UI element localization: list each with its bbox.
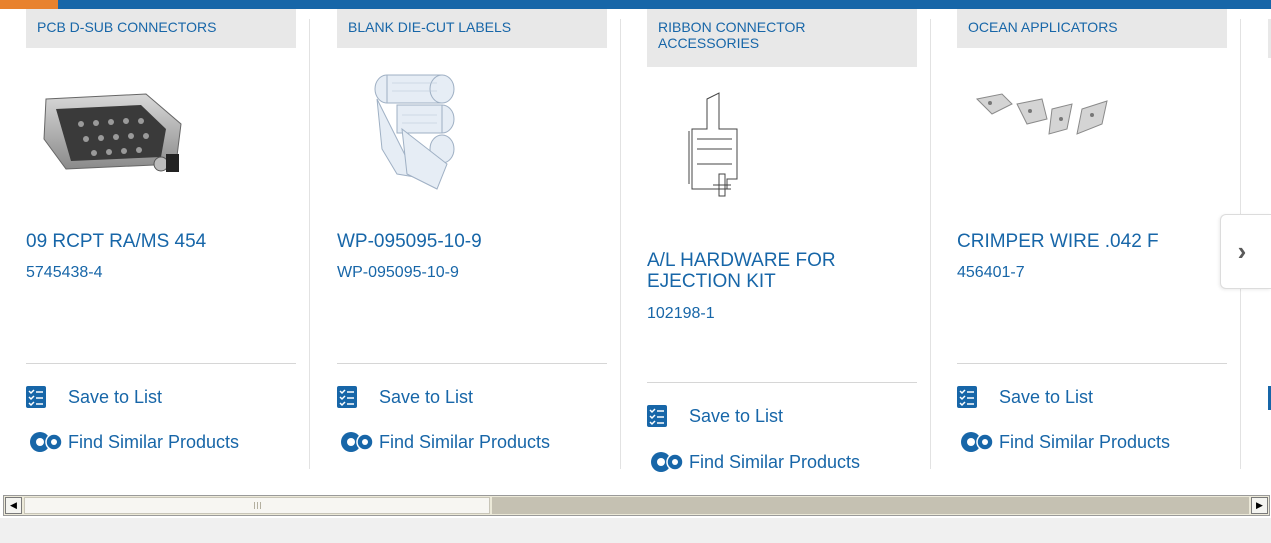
save-to-list-label: Save to List [379, 386, 474, 407]
find-similar-button[interactable]: Find Similar Products [337, 430, 550, 454]
product-card: BLANK DIE-CUT LABELS WP-095095-10-9 WP-0… [311, 9, 621, 489]
find-similar-label: Find Similar Products [379, 431, 551, 452]
card-divider [26, 363, 296, 364]
find-similar-label: Find Similar Products [68, 431, 240, 452]
category-tag[interactable]: RIBBON CONNECTOR ACCESSORIES [647, 9, 917, 67]
part-number[interactable]: WP-095095-10-9 [337, 264, 459, 282]
footer-band [0, 518, 1271, 543]
checklist-icon [957, 386, 977, 408]
chevron-right-icon: › [1237, 236, 1247, 266]
label-rolls-image[interactable] [337, 69, 537, 199]
hardware-drawing-image[interactable] [647, 89, 847, 219]
save-to-list-button[interactable]: Save to List [957, 386, 1093, 408]
find-similar-label: Find Similar Products [999, 431, 1171, 452]
category-tag[interactable]: OCEAN APPLICATORS [957, 9, 1227, 48]
top-accent-bar [0, 0, 1271, 9]
product-card: OCEAN APPLICATORS CRIMPER WIRE .042 F 45… [931, 9, 1241, 489]
save-to-list-label: Save to List [689, 405, 784, 426]
product-title-link[interactable]: WP-095095-10-9 [337, 231, 607, 252]
find-similar-button[interactable]: Find Similar Products [647, 450, 860, 474]
category-tag[interactable]: BLANK DIE-CUT LABELS [337, 9, 607, 48]
save-to-list-label: Save to List [68, 386, 163, 407]
d-sub-connector-image[interactable] [26, 69, 226, 199]
crimper-parts-image[interactable] [957, 79, 1157, 209]
product-title-link[interactable]: A/L HARDWARE FOR EJECTION KIT [647, 250, 917, 292]
category-tag[interactable]: PCB D-SUB CONNECTORS [26, 9, 296, 48]
scroll-right-arrow-icon[interactable]: ▶ [1251, 497, 1268, 514]
product-card: RIBBON CONNECTOR ACCESSORIES A/L HARDWAR… [621, 9, 931, 489]
gears-icon [341, 432, 374, 452]
part-number[interactable]: 456401-7 [957, 264, 1025, 282]
horizontal-scrollbar[interactable]: ◀ ▶ [3, 495, 1270, 516]
top-accent-orange [0, 0, 58, 9]
gears-icon [961, 432, 994, 452]
card-separator [309, 19, 310, 469]
save-to-list-label: Save to List [999, 386, 1094, 407]
product-title-link[interactable]: CRIMPER WIRE .042 F [957, 231, 1227, 252]
part-number[interactable]: 5745438-4 [26, 264, 103, 282]
card-divider [647, 382, 917, 383]
card-divider [957, 363, 1227, 364]
find-similar-button[interactable]: Find Similar Products [957, 430, 1170, 454]
checklist-icon [337, 386, 357, 408]
product-carousel: PCB D-SUB CONNECTORS 09 RCPT RA/MS 454 5… [0, 9, 1271, 489]
scrollbar-track[interactable] [492, 497, 1249, 514]
part-number[interactable]: 102198-1 [647, 305, 715, 323]
save-to-list-button[interactable]: Save to List [647, 405, 783, 427]
save-to-list-button[interactable]: Save to List [337, 386, 473, 408]
checklist-icon [647, 405, 667, 427]
find-similar-label: Find Similar Products [689, 451, 861, 472]
carousel-next-button[interactable]: › [1220, 214, 1271, 289]
gears-icon [651, 452, 684, 472]
scrollbar-thumb[interactable] [24, 497, 490, 514]
grip-icon [253, 502, 261, 509]
scroll-left-arrow-icon[interactable]: ◀ [5, 497, 22, 514]
card-divider [337, 363, 607, 364]
save-to-list-button[interactable]: Save to List [26, 386, 162, 408]
product-title-link[interactable]: 09 RCPT RA/MS 454 [26, 231, 296, 252]
gears-icon [30, 432, 63, 452]
checklist-icon [26, 386, 46, 408]
find-similar-button[interactable]: Find Similar Products [26, 430, 239, 454]
product-card: PCB D-SUB CONNECTORS 09 RCPT RA/MS 454 5… [0, 9, 310, 489]
